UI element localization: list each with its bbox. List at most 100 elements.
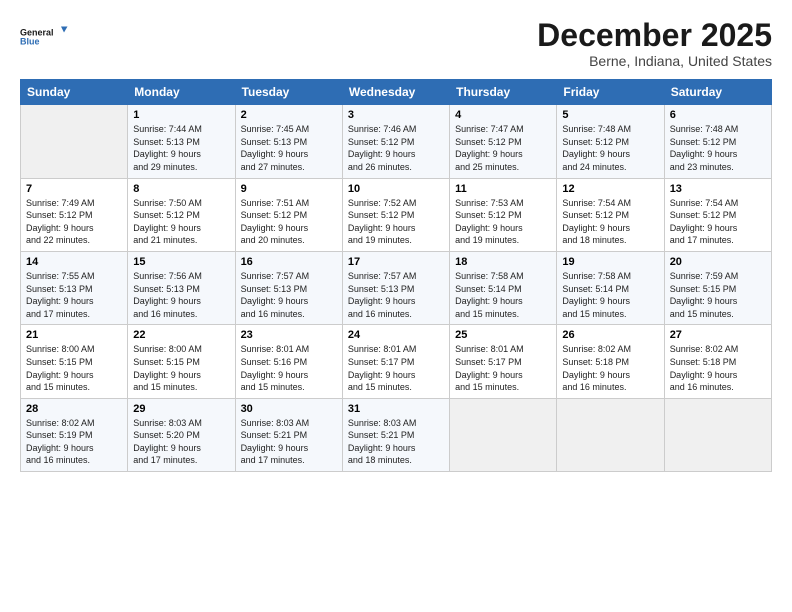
cell-w2-d4: 18 Sunrise: 7:58 AMSunset: 5:14 PMDayligh…	[450, 251, 557, 324]
cell-w0-d2: 2 Sunrise: 7:45 AMSunset: 5:13 PMDaylight…	[235, 105, 342, 178]
cell-w0-d4: 4 Sunrise: 7:47 AMSunset: 5:12 PMDaylight…	[450, 105, 557, 178]
dow-sunday: Sunday	[21, 80, 128, 105]
cell-w3-d2: 23 Sunrise: 8:01 AMSunset: 5:16 PMDayligh…	[235, 325, 342, 398]
day-info: Sunrise: 7:47 AMSunset: 5:12 PMDaylight:…	[455, 123, 551, 173]
cell-w2-d0: 14 Sunrise: 7:55 AMSunset: 5:13 PMDayligh…	[21, 251, 128, 324]
day-number: 10	[348, 183, 444, 195]
cell-w0-d5: 5 Sunrise: 7:48 AMSunset: 5:12 PMDaylight…	[557, 105, 664, 178]
calendar-table: SundayMondayTuesdayWednesdayThursdayFrid…	[20, 79, 772, 472]
day-info: Sunrise: 7:59 AMSunset: 5:15 PMDaylight:…	[670, 270, 766, 320]
day-info: Sunrise: 7:54 AMSunset: 5:12 PMDaylight:…	[670, 197, 766, 247]
day-number: 8	[133, 183, 229, 195]
cell-w3-d3: 24 Sunrise: 8:01 AMSunset: 5:17 PMDayligh…	[342, 325, 449, 398]
cell-w1-d0: 7Sunrise: 7:49 AMSunset: 5:12 PMDaylight…	[21, 178, 128, 251]
dow-friday: Friday	[557, 80, 664, 105]
header: General Blue December 2025 Berne, Indian…	[20, 18, 772, 69]
cell-w2-d1: 15 Sunrise: 7:56 AMSunset: 5:13 PMDayligh…	[128, 251, 235, 324]
cell-w3-d0: 21 Sunrise: 8:00 AMSunset: 5:15 PMDayligh…	[21, 325, 128, 398]
day-number: 13	[670, 183, 766, 195]
day-info: Sunrise: 7:49 AMSunset: 5:12 PMDaylight:…	[26, 197, 122, 247]
day-info: Sunrise: 8:02 AMSunset: 5:19 PMDaylight:…	[26, 417, 122, 467]
day-number: 9	[241, 183, 337, 195]
dow-thursday: Thursday	[450, 80, 557, 105]
cell-w4-d6	[664, 398, 771, 471]
cell-w1-d4: 11 Sunrise: 7:53 AMSunset: 5:12 PMDayligh…	[450, 178, 557, 251]
day-number: 21	[26, 329, 122, 341]
cell-w1-d3: 10 Sunrise: 7:52 AMSunset: 5:12 PMDayligh…	[342, 178, 449, 251]
day-info: Sunrise: 7:45 AMSunset: 5:13 PMDaylight:…	[241, 123, 337, 173]
day-info: Sunrise: 7:48 AMSunset: 5:12 PMDaylight:…	[562, 123, 658, 173]
day-number: 17	[348, 256, 444, 268]
dow-tuesday: Tuesday	[235, 80, 342, 105]
day-number: 5	[562, 109, 658, 121]
day-number: 20	[670, 256, 766, 268]
day-number: 24	[348, 329, 444, 341]
day-number: 4	[455, 109, 551, 121]
day-info: Sunrise: 8:01 AMSunset: 5:17 PMDaylight:…	[348, 343, 444, 393]
day-number: 22	[133, 329, 229, 341]
cell-w0-d0	[21, 105, 128, 178]
cell-w4-d1: 29 Sunrise: 8:03 AMSunset: 5:20 PMDayligh…	[128, 398, 235, 471]
day-number: 31	[348, 403, 444, 415]
logo: General Blue	[20, 18, 70, 58]
dow-monday: Monday	[128, 80, 235, 105]
day-number: 26	[562, 329, 658, 341]
cell-w3-d4: 25Sunrise: 8:01 AMSunset: 5:17 PMDayligh…	[450, 325, 557, 398]
cell-w1-d1: 8 Sunrise: 7:50 AMSunset: 5:12 PMDaylight…	[128, 178, 235, 251]
day-number: 1	[133, 109, 229, 121]
day-info: Sunrise: 8:00 AMSunset: 5:15 PMDaylight:…	[133, 343, 229, 393]
cell-w4-d5	[557, 398, 664, 471]
day-number: 14	[26, 256, 122, 268]
cell-w1-d6: 13 Sunrise: 7:54 AMSunset: 5:12 PMDayligh…	[664, 178, 771, 251]
day-number: 16	[241, 256, 337, 268]
day-info: Sunrise: 7:48 AMSunset: 5:12 PMDaylight:…	[670, 123, 766, 173]
day-number: 30	[241, 403, 337, 415]
day-info: Sunrise: 7:56 AMSunset: 5:13 PMDaylight:…	[133, 270, 229, 320]
day-info: Sunrise: 7:52 AMSunset: 5:12 PMDaylight:…	[348, 197, 444, 247]
page-title: December 2025	[537, 18, 772, 53]
day-info: Sunrise: 7:53 AMSunset: 5:12 PMDaylight:…	[455, 197, 551, 247]
cell-w4-d0: 28 Sunrise: 8:02 AMSunset: 5:19 PMDayligh…	[21, 398, 128, 471]
day-number: 28	[26, 403, 122, 415]
day-info: Sunrise: 8:02 AMSunset: 5:18 PMDaylight:…	[562, 343, 658, 393]
day-number: 15	[133, 256, 229, 268]
day-number: 6	[670, 109, 766, 121]
cell-w4-d4	[450, 398, 557, 471]
cell-w2-d5: 19Sunrise: 7:58 AMSunset: 5:14 PMDayligh…	[557, 251, 664, 324]
day-info: Sunrise: 7:44 AMSunset: 5:13 PMDaylight:…	[133, 123, 229, 173]
cell-w2-d6: 20 Sunrise: 7:59 AMSunset: 5:15 PMDayligh…	[664, 251, 771, 324]
cell-w2-d3: 17 Sunrise: 7:57 AMSunset: 5:13 PMDayligh…	[342, 251, 449, 324]
day-number: 25	[455, 329, 551, 341]
page-subtitle: Berne, Indiana, United States	[537, 53, 772, 69]
day-number: 29	[133, 403, 229, 415]
day-info: Sunrise: 8:03 AMSunset: 5:21 PMDaylight:…	[348, 417, 444, 467]
cell-w0-d1: 1 Sunrise: 7:44 AMSunset: 5:13 PMDaylight…	[128, 105, 235, 178]
day-info: Sunrise: 7:55 AMSunset: 5:13 PMDaylight:…	[26, 270, 122, 320]
cell-w1-d5: 12 Sunrise: 7:54 AMSunset: 5:12 PMDayligh…	[557, 178, 664, 251]
day-number: 23	[241, 329, 337, 341]
day-info: Sunrise: 7:50 AMSunset: 5:12 PMDaylight:…	[133, 197, 229, 247]
day-info: Sunrise: 7:57 AMSunset: 5:13 PMDaylight:…	[348, 270, 444, 320]
day-info: Sunrise: 8:01 AMSunset: 5:16 PMDaylight:…	[241, 343, 337, 393]
day-number: 2	[241, 109, 337, 121]
day-info: Sunrise: 8:00 AMSunset: 5:15 PMDaylight:…	[26, 343, 122, 393]
cell-w4-d2: 30Sunrise: 8:03 AMSunset: 5:21 PMDayligh…	[235, 398, 342, 471]
day-number: 12	[562, 183, 658, 195]
day-info: Sunrise: 7:54 AMSunset: 5:12 PMDaylight:…	[562, 197, 658, 247]
day-info: Sunrise: 8:03 AMSunset: 5:20 PMDaylight:…	[133, 417, 229, 467]
day-info: Sunrise: 7:51 AMSunset: 5:12 PMDaylight:…	[241, 197, 337, 247]
day-number: 3	[348, 109, 444, 121]
calendar-page: General Blue December 2025 Berne, Indian…	[0, 0, 792, 612]
day-info: Sunrise: 7:57 AMSunset: 5:13 PMDaylight:…	[241, 270, 337, 320]
dow-saturday: Saturday	[664, 80, 771, 105]
logo-svg: General Blue	[20, 18, 70, 58]
day-info: Sunrise: 7:58 AMSunset: 5:14 PMDaylight:…	[455, 270, 551, 320]
day-number: 18	[455, 256, 551, 268]
day-info: Sunrise: 7:46 AMSunset: 5:12 PMDaylight:…	[348, 123, 444, 173]
svg-text:General: General	[20, 28, 54, 38]
day-info: Sunrise: 7:58 AMSunset: 5:14 PMDaylight:…	[562, 270, 658, 320]
cell-w2-d2: 16 Sunrise: 7:57 AMSunset: 5:13 PMDayligh…	[235, 251, 342, 324]
day-number: 11	[455, 183, 551, 195]
cell-w0-d3: 3 Sunrise: 7:46 AMSunset: 5:12 PMDaylight…	[342, 105, 449, 178]
dow-wednesday: Wednesday	[342, 80, 449, 105]
